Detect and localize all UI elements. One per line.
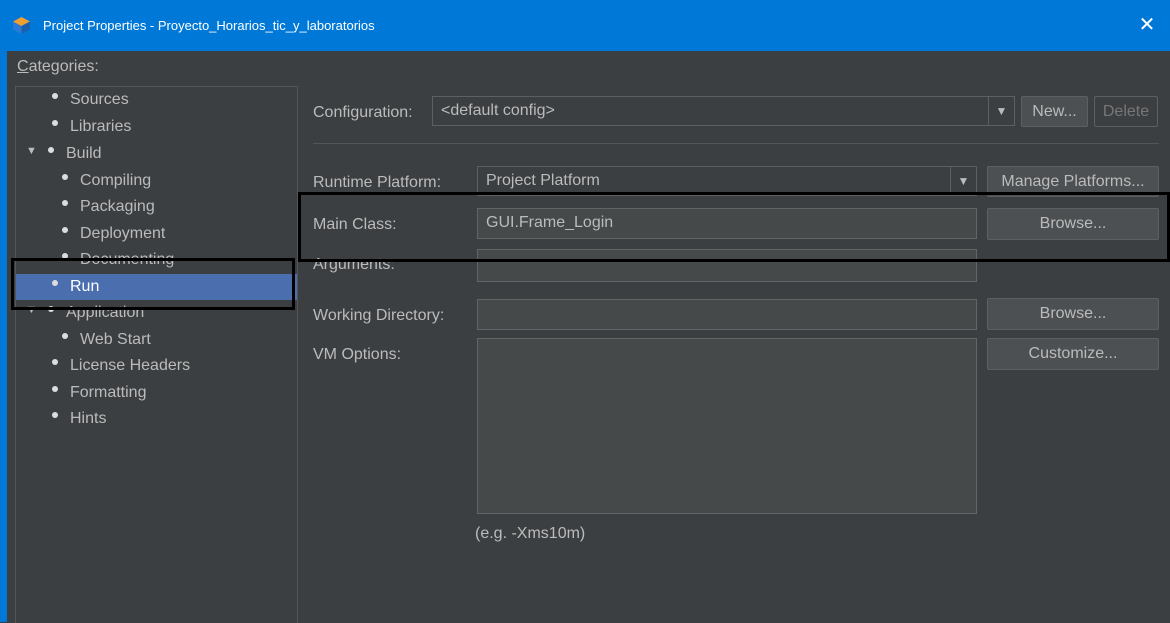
tree-item-web-start[interactable]: Web Start — [62, 327, 151, 353]
bullet-icon — [62, 199, 68, 206]
bullet-icon — [62, 332, 68, 339]
separator — [313, 143, 1159, 144]
working-directory-label: Working Directory: — [313, 307, 445, 324]
highlight-box-run — [11, 258, 295, 310]
tree-item-deployment[interactable]: Deployment — [62, 221, 165, 247]
tree-item-build[interactable]: ▼ Build — [26, 141, 102, 167]
runtime-platform-label: Runtime Platform: — [313, 174, 442, 191]
vm-options-textarea[interactable] — [477, 338, 977, 514]
netbeans-icon — [13, 17, 30, 34]
chevron-down-icon[interactable]: ▼ — [950, 167, 976, 195]
expand-arrow-icon[interactable]: ▼ — [26, 138, 40, 164]
bullet-icon — [52, 385, 58, 392]
window-border — [0, 51, 7, 622]
bullet-icon — [52, 358, 58, 365]
title-bar: Project Properties - Proyecto_Horarios_t… — [0, 0, 1170, 51]
tree-item-packaging[interactable]: Packaging — [62, 194, 155, 220]
bullet-icon — [62, 173, 68, 180]
vm-options-hint: (e.g. -Xms10m) — [475, 525, 586, 542]
working-directory-browse-button[interactable]: Browse... — [987, 298, 1159, 330]
delete-config-button[interactable]: Delete — [1094, 96, 1158, 127]
configuration-select[interactable]: <default config> ▼ — [432, 96, 1015, 126]
bullet-icon — [48, 147, 54, 153]
new-config-button[interactable]: New... — [1021, 96, 1088, 127]
tree-item-libraries[interactable]: Libraries — [52, 114, 131, 140]
tree-item-formatting[interactable]: Formatting — [52, 380, 146, 406]
categories-tree[interactable]: Sources Libraries ▼ Build Compiling Packa… — [15, 86, 298, 623]
tree-item-compiling[interactable]: Compiling — [62, 168, 151, 194]
customize-button[interactable]: Customize... — [987, 338, 1159, 370]
configuration-value: <default config> — [441, 102, 555, 119]
window-title: Project Properties - Proyecto_Horarios_t… — [43, 18, 375, 33]
highlight-box-main-class — [298, 192, 1170, 262]
chevron-down-icon[interactable]: ▼ — [988, 97, 1014, 125]
runtime-platform-value: Project Platform — [486, 172, 600, 189]
close-icon: ✕ — [1138, 14, 1156, 36]
tree-item-license-headers[interactable]: License Headers — [52, 353, 190, 379]
tree-item-hints[interactable]: Hints — [52, 406, 106, 432]
bullet-icon — [52, 92, 58, 99]
bullet-icon — [52, 119, 58, 126]
bullet-icon — [52, 411, 58, 418]
categories-label: Categories: — [17, 58, 99, 75]
vm-options-label: VM Options: — [313, 346, 402, 363]
configuration-label: Configuration: — [313, 104, 413, 121]
working-directory-input[interactable] — [477, 299, 977, 330]
tree-item-sources[interactable]: Sources — [52, 87, 129, 113]
bullet-icon — [62, 226, 68, 233]
close-button[interactable]: ✕ — [1124, 0, 1170, 51]
